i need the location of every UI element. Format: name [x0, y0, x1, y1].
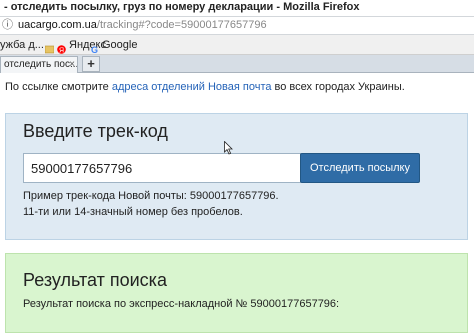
window-title: - отследить посылку, груз по номеру декл…	[0, 0, 474, 15]
bookmarks-bar: ужба д... Я Яндекс G Google	[0, 35, 474, 55]
result-title: Результат поиска	[23, 270, 167, 290]
tab-label: отследить пос...	[4, 59, 78, 70]
info-icon[interactable]: ⓘ	[2, 17, 13, 34]
google-icon: G	[90, 41, 99, 55]
track-button[interactable]: Отследить посылку	[300, 153, 420, 183]
track-panel: Введите трек-код Отследить посылку Приме…	[5, 113, 468, 240]
address-bar[interactable]: ⓘ uacargo.com.ua/tracking#?code=59000177…	[0, 16, 474, 35]
url-path: /tracking#?code=59000177657796	[96, 19, 267, 31]
offices-notice: По ссылке смотрите адреса отделений Нова…	[5, 81, 405, 93]
url-host: uacargo.com.ua	[18, 19, 97, 31]
svg-text:G: G	[91, 45, 98, 54]
bookmark-label: ужба д...	[0, 39, 44, 51]
track-title: Введите трек-код	[23, 121, 168, 141]
url-text[interactable]: uacargo.com.ua/tracking#?code=5900017765…	[18, 17, 267, 34]
result-panel: Результат поиска Результат поиска по экс…	[5, 253, 468, 333]
close-icon[interactable]: ×	[69, 57, 75, 72]
track-hint-format: 11-ти или 14-значный номер без пробелов.	[23, 206, 243, 218]
folder-icon	[44, 41, 55, 53]
page-content: По ссылке смотрите адреса отделений Нова…	[0, 73, 474, 333]
new-tab-button[interactable]: +	[82, 56, 100, 72]
notice-suffix: во всех городах Украины.	[271, 81, 405, 93]
tab-strip: отследить пос... × +	[0, 55, 474, 73]
bookmark-item-google[interactable]: G Google	[90, 35, 138, 55]
yandex-icon: Я	[57, 41, 66, 54]
bookmark-item-service[interactable]: ужба д...	[0, 35, 44, 54]
tab-active[interactable]: отследить пос... ×	[0, 56, 78, 73]
bookmark-label: Google	[102, 39, 138, 51]
mouse-cursor-icon	[224, 140, 234, 155]
notice-prefix: По ссылке смотрите	[5, 81, 112, 93]
track-hint-example: Пример трек-кода Новой почты: 5900017765…	[23, 190, 279, 202]
result-text: Результат поиска по экспресс-накладной №…	[23, 298, 340, 310]
svg-text:Я: Я	[59, 47, 64, 54]
track-code-input[interactable]	[23, 153, 301, 183]
offices-link[interactable]: адреса отделений Новая почта	[112, 81, 272, 93]
